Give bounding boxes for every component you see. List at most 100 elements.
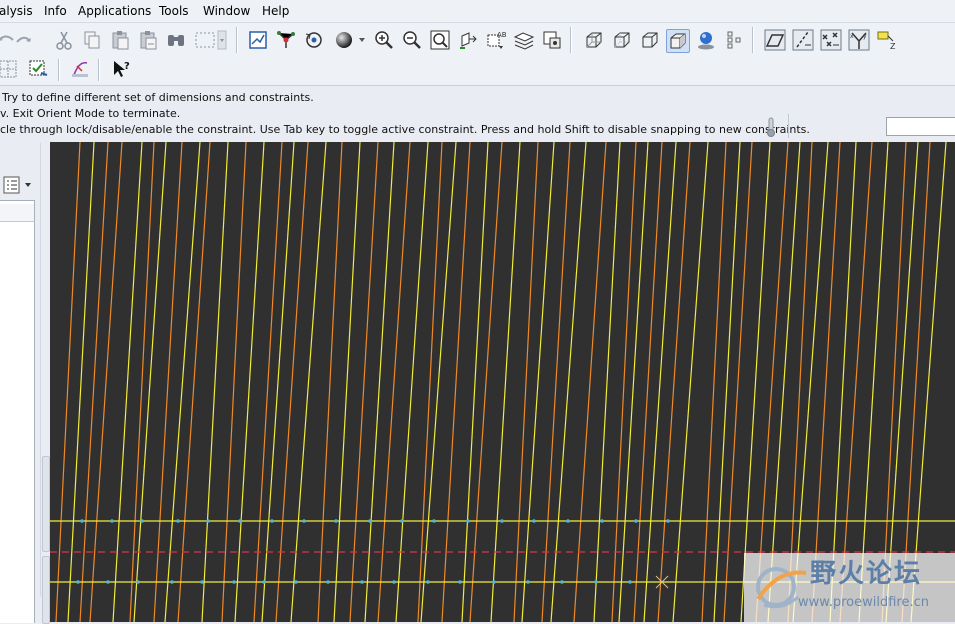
model-tree-list[interactable] xyxy=(0,200,35,623)
sketcher-toolbar: ? xyxy=(0,57,955,86)
menu-tools[interactable]: Tools xyxy=(159,4,189,18)
sketch-diagnostics-button[interactable] xyxy=(68,57,92,81)
redo-button[interactable] xyxy=(12,28,36,52)
sketch-curve xyxy=(521,142,555,622)
display-settings-button[interactable] xyxy=(722,28,746,52)
tree-settings-icon[interactable] xyxy=(2,175,34,195)
sketch-curve xyxy=(811,142,841,622)
message-line-1: Try to define different set of dimension… xyxy=(2,91,314,104)
coordinate-systems-toggle[interactable]: xy xyxy=(847,28,871,52)
zoom-in-button[interactable] xyxy=(372,28,396,52)
shading-button[interactable] xyxy=(666,29,690,53)
sketch-vertex xyxy=(262,580,266,584)
orient-mode-button[interactable] xyxy=(302,28,326,52)
spin-center-icon xyxy=(277,31,295,48)
paste-special-button[interactable] xyxy=(136,28,160,52)
datum-planes-toggle[interactable] xyxy=(763,28,787,52)
cut-button[interactable] xyxy=(52,28,76,52)
sketch-vertex xyxy=(360,580,364,584)
svg-text:AB: AB xyxy=(497,31,507,39)
sketch-vertex xyxy=(458,580,462,584)
sketch-curve xyxy=(701,142,727,622)
no-hidden-button[interactable] xyxy=(638,28,662,52)
menu-applications[interactable]: Applications xyxy=(78,4,151,18)
sketch-vertex xyxy=(600,519,604,523)
shaded-sphere-icon xyxy=(336,32,365,48)
sketch-curve xyxy=(740,142,771,622)
annotation-toggle[interactable]: Z xyxy=(875,28,899,52)
menu-window[interactable]: Window xyxy=(203,4,250,18)
display-style-button[interactable] xyxy=(332,28,368,52)
svg-text:y: y xyxy=(863,33,867,40)
sketch-curve xyxy=(55,142,81,622)
sketch-curve xyxy=(792,142,829,622)
sketch-vertex xyxy=(76,580,80,584)
reorient-button[interactable] xyxy=(456,28,480,52)
hidden-line-button[interactable] xyxy=(610,28,634,52)
appearance-button[interactable] xyxy=(694,28,718,52)
datum-axes-toggle[interactable] xyxy=(791,28,815,52)
sketch-curve xyxy=(349,142,379,622)
paste-special-icon xyxy=(140,31,157,50)
model-display-button[interactable] xyxy=(540,28,564,52)
sketch-vertex xyxy=(500,519,504,523)
sketch-curve xyxy=(395,142,429,622)
menu-help[interactable]: Help xyxy=(262,4,289,18)
zoom-out-button[interactable] xyxy=(400,28,424,52)
sketch-grid-button[interactable] xyxy=(0,57,20,81)
panel-grip-bottom[interactable] xyxy=(42,556,50,624)
graphics-window[interactable] xyxy=(50,142,955,622)
main-toolbar: AB xy Z xyxy=(0,23,955,57)
smart-filter-input[interactable] xyxy=(886,117,955,136)
sketch-curve xyxy=(67,142,95,622)
sketch-vertex xyxy=(106,580,110,584)
datum-point-icon xyxy=(820,29,842,51)
context-help-button[interactable]: ? xyxy=(110,57,134,81)
sketch-select-button[interactable] xyxy=(26,57,50,81)
sketch-vertex xyxy=(334,519,338,523)
appearance-sphere-icon xyxy=(698,32,714,50)
svg-text:x: x xyxy=(850,33,854,40)
spin-center-button[interactable] xyxy=(274,28,298,52)
datum-points-toggle[interactable] xyxy=(819,28,843,52)
sketch-vertex xyxy=(80,519,84,523)
sketch-vertex xyxy=(560,580,564,584)
sketch-vertex xyxy=(238,519,242,523)
sketch-curve xyxy=(787,142,813,622)
watermark-title: 野火论坛 xyxy=(810,559,923,589)
sketch-vertex xyxy=(232,580,236,584)
find-button[interactable] xyxy=(164,28,188,52)
wireframe-cube-icon xyxy=(586,32,602,48)
wireframe-button[interactable] xyxy=(582,28,606,52)
sketch-curve xyxy=(234,142,265,622)
watermark: 野火论坛 www.proewildfire.cn xyxy=(744,553,955,622)
menu-analysis[interactable]: alysis xyxy=(0,4,33,18)
layers-button[interactable] xyxy=(512,28,536,52)
refit-button[interactable] xyxy=(428,28,452,52)
sketch-curve xyxy=(275,142,309,622)
repaint-button[interactable] xyxy=(246,28,270,52)
hidden-line-cube-icon xyxy=(614,32,630,48)
message-line-2: v. Exit Orient Mode to terminate. xyxy=(0,107,181,120)
svg-text:?: ? xyxy=(124,61,130,72)
refit-icon xyxy=(430,30,450,50)
toolbar-separator xyxy=(98,59,100,81)
panel-grip-top[interactable] xyxy=(42,456,50,552)
sketch-vertex xyxy=(170,580,174,584)
sketch-vertex xyxy=(392,580,396,584)
menu-info[interactable]: Info xyxy=(44,4,67,18)
sketch-vertex xyxy=(110,519,114,523)
selection-box-button[interactable] xyxy=(192,28,228,52)
saved-views-button[interactable]: AB xyxy=(484,28,508,52)
copy-button[interactable] xyxy=(80,28,104,52)
sketch-curve xyxy=(767,142,801,622)
sketch-vertex xyxy=(666,519,670,523)
zoom-in-icon xyxy=(375,31,393,49)
sketch-curve xyxy=(657,142,691,622)
annotation-icon: Z xyxy=(877,31,896,51)
sketch-curve xyxy=(513,142,539,622)
paste-button[interactable] xyxy=(108,28,132,52)
sketch-vertex xyxy=(426,580,430,584)
sketch-curve xyxy=(643,142,677,622)
sketch-vertex xyxy=(566,519,570,523)
